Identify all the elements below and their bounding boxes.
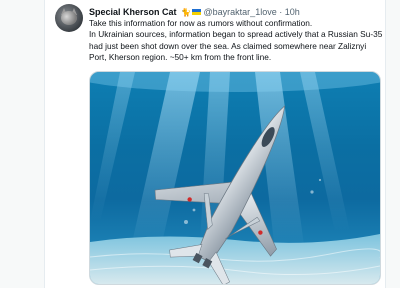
right-sidebar-edge (385, 0, 400, 288)
avatar[interactable] (55, 4, 83, 32)
tweet-header: Special Kherson Cat 🐈 @bayraktar_1love ·… (89, 5, 379, 19)
tweet-text: Take this information for now as rumors … (89, 18, 385, 64)
separator-dot: · (279, 7, 283, 17)
avatar-cat-face (61, 11, 77, 25)
tweet-paragraph-2: In Ukrainian sources, information began … (89, 29, 383, 63)
fighter-jet-underwater-image (90, 72, 380, 284)
tweet[interactable]: Special Kherson Cat 🐈 @bayraktar_1love ·… (45, 0, 385, 288)
tweet-media-image[interactable] (89, 71, 381, 285)
tweet-timestamp[interactable]: 10h (285, 7, 300, 17)
left-sidebar-edge (0, 0, 45, 288)
tweet-paragraph-1: Take this information for now as rumors … (89, 18, 313, 28)
author-name[interactable]: Special Kherson Cat (89, 7, 177, 17)
author-handle[interactable]: @bayraktar_1love (204, 7, 277, 17)
ukraine-flag-icon (192, 9, 202, 15)
